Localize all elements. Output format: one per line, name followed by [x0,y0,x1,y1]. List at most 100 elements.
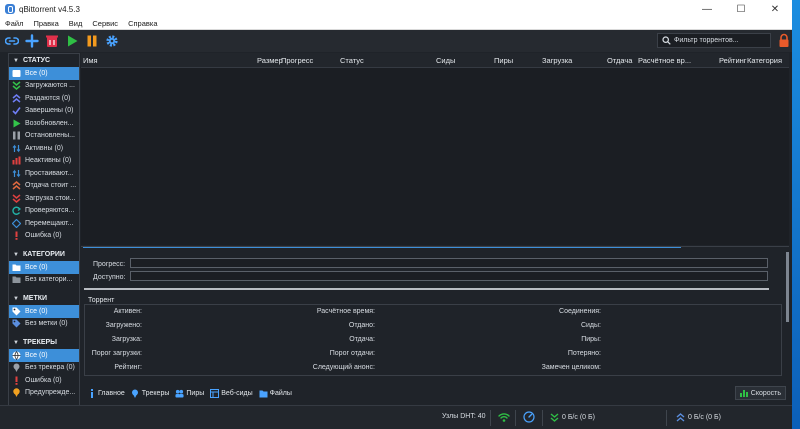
status-section-header[interactable]: ▼ СТАТУС [9,54,79,67]
peers-icon [175,389,184,398]
folder-icon [12,275,21,284]
trackers-section-header[interactable]: ▼ ТРЕКЕРЫ [9,336,79,349]
download-speed-label: Загрузка: [111,336,142,343]
properties-scrollbar[interactable] [786,252,789,322]
column-ratio[interactable]: Рейтинг [719,56,747,65]
availability-bar [130,271,768,281]
gear-icon[interactable] [104,33,120,49]
sidebar-item-label: Ошибка (0) [25,376,62,384]
download-limit-label: Порог загрузки: [91,350,142,357]
remove-icon[interactable] [44,33,60,49]
column-download-speed[interactable]: Загрузка [542,56,572,65]
active-icon [12,144,21,153]
tags-section-header[interactable]: ▼ МЕТКИ [9,292,79,305]
speed-button[interactable]: Скорость [734,386,786,400]
categories-section-header[interactable]: ▼ КАТЕГОРИИ [9,248,79,261]
sidebar-item-label: Загружаются ... [25,82,75,90]
sidebar-item-trackers-3[interactable]: Предупрежде... [9,387,79,400]
sidebar-item-status-8[interactable]: Простаивают... [9,167,79,180]
pause-icon[interactable] [84,33,100,49]
sidebar-item-status-1[interactable]: Загружаются ... [9,80,79,93]
sidebar-item-label: Ошибка (0) [25,232,62,240]
menu-bar: Файл Правка Вид Сервис Справка [0,18,792,30]
title-bar[interactable]: qBittorrent v4.5.3 — ☐ ✕ [0,0,792,18]
menu-file[interactable]: Файл [0,19,28,28]
category-filter-list: Все (0) Без категори... [9,261,79,286]
stalled-upload-icon [12,181,21,190]
close-button[interactable]: ✕ [758,0,792,18]
menu-tools[interactable]: Сервис [87,19,123,28]
globe-icon [12,351,21,360]
tab-general[interactable]: Главное [87,388,125,398]
column-seeds[interactable]: Сиды [436,56,455,65]
torrent-filter[interactable] [657,33,771,48]
download-speed-status[interactable]: 0 Б/с (0 Б) [550,413,595,422]
properties-divider [84,288,769,290]
tag-icon [12,307,21,316]
sidebar-item-trackers-2[interactable]: Ошибка (0) [9,374,79,387]
status-divider [542,410,543,426]
tab-webseeds[interactable]: Веб-сиды [210,388,253,398]
alternative-speed-icon[interactable] [523,411,535,423]
menu-view[interactable]: Вид [64,19,88,28]
sidebar-item-tags-1[interactable]: Без метки (0) [9,318,79,331]
torrent-filter-input[interactable] [674,37,768,44]
sidebar-item-categories-0[interactable]: Все (0) [9,261,79,274]
tab-files[interactable]: Файлы [259,389,292,398]
properties-panel: Прогресс: Доступно: Торрент Активен: Заг… [81,252,789,382]
availability-row: Доступно: [93,271,126,283]
torrent-list[interactable]: Имя Размер Прогресс Статус Сиды Пиры Заг… [81,53,789,248]
sidebar-item-status-13[interactable]: Ошибка (0) [9,230,79,243]
sidebar-item-status-11[interactable]: Проверяются... [9,205,79,218]
column-peers[interactable]: Пиры [494,56,513,65]
ratio-label: Рейтинг: [114,364,142,371]
upload-speed-status[interactable]: 0 Б/с (0 Б) [676,413,721,422]
maximize-button[interactable]: ☐ [724,0,758,18]
tab-trackers[interactable]: Трекеры [131,389,169,398]
sidebar-item-status-3[interactable]: Завершены (0) [9,105,79,118]
sidebar-item-status-12[interactable]: Перемещают... [9,217,79,230]
link-icon[interactable] [4,33,20,49]
column-eta[interactable]: Расчётное вр... [638,56,691,65]
lock-icon[interactable] [778,33,790,48]
play-icon [12,119,21,128]
column-status[interactable]: Статус [340,56,364,65]
column-category[interactable]: Категория [747,56,782,65]
sidebar-item-categories-1[interactable]: Без категори... [9,274,79,287]
panel-splitter[interactable] [81,246,789,247]
tab-peers[interactable]: Пиры [175,389,204,398]
sidebar-item-status-5[interactable]: Остановлены... [9,130,79,143]
sidebar-item-status-10[interactable]: Загрузка стои... [9,192,79,205]
connections-label: Соединения: [559,308,601,315]
menu-help[interactable]: Справка [123,19,162,28]
sidebar-item-status-4[interactable]: Возобновлен... [9,117,79,130]
info-icon [87,388,96,398]
menu-edit[interactable]: Правка [28,19,63,28]
sidebar-item-tags-0[interactable]: Все (0) [9,305,79,318]
sidebar-item-label: Завершены (0) [25,107,74,115]
sidebar-item-status-6[interactable]: Активны (0) [9,142,79,155]
progress-label: Прогресс: [93,260,126,268]
sidebar-item-trackers-1[interactable]: Без трекера (0) [9,362,79,375]
column-name[interactable]: Имя [83,56,98,65]
sidebar-item-label: Загрузка стои... [25,194,76,202]
qbittorrent-logo-icon [5,4,15,14]
sidebar-item-status-9[interactable]: Отдача стоит ... [9,180,79,193]
sidebar-item-status-2[interactable]: Раздаются (0) [9,92,79,105]
moving-icon [12,218,21,228]
inactive-icon [12,156,21,165]
sidebar-item-status-0[interactable]: Все (0) [9,67,79,80]
speed-chart-icon [739,390,748,397]
progress-bar [130,258,768,268]
minimize-button[interactable]: — [690,0,724,18]
sidebar-item-trackers-0[interactable]: Все (0) [9,349,79,362]
column-size[interactable]: Размер [257,56,283,65]
add-torrent-icon[interactable] [24,33,40,49]
sidebar-item-status-7[interactable]: Неактивны (0) [9,155,79,168]
column-progress[interactable]: Прогресс [281,56,313,65]
folder-icon [12,263,21,272]
connection-status-icon[interactable] [498,411,510,423]
resume-icon[interactable] [64,33,80,49]
last-seen-complete-label: Замечен целиком: [541,364,601,371]
column-upload-speed[interactable]: Отдача [607,56,632,65]
